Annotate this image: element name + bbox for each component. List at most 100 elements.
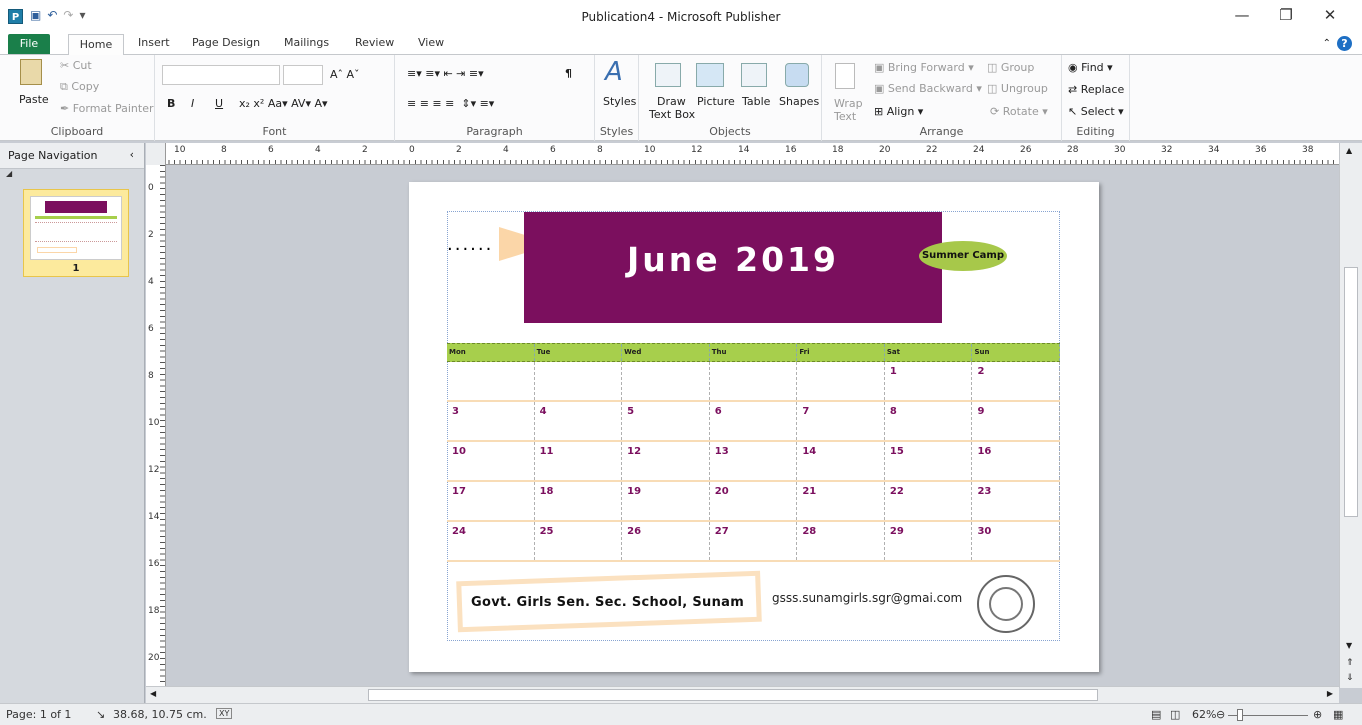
subscript-icon[interactable]: x₂ x² Aa▾ AV▾ A▾ (239, 97, 328, 110)
two-page-view-icon[interactable]: ◫ (1170, 708, 1180, 721)
summer-camp-badge[interactable]: Summer Camp (919, 241, 1007, 271)
find-button[interactable]: ◉ Find ▾ (1068, 61, 1113, 74)
school-email[interactable]: gsss.sunamgirls.sgr@gmai.com (772, 591, 962, 605)
minimize-button[interactable]: — (1220, 6, 1264, 24)
calendar-table[interactable]: Mon Tue Wed Thu Fri Sat Sun 1 2 3 4 5 6 … (447, 343, 1061, 562)
next-page-icon[interactable]: ⇓ (1346, 673, 1354, 683)
calendar-cell[interactable]: 2 (972, 362, 1061, 400)
calendar-cell[interactable] (535, 362, 623, 400)
zoom-level[interactable]: 62% (1192, 708, 1216, 721)
wrap-text-button[interactable]: Wrap Text (834, 97, 863, 123)
calendar-cell[interactable]: 11 (535, 442, 623, 480)
collapse-pane-icon[interactable]: ‹ (130, 148, 134, 161)
picture-button[interactable]: Picture (697, 95, 735, 108)
calendar-cell[interactable]: 19 (622, 482, 710, 520)
calendar-cell[interactable] (622, 362, 710, 400)
tab-home[interactable]: Home (68, 34, 124, 56)
minimize-ribbon-icon[interactable]: ⌃ (1323, 38, 1331, 49)
section-toggle-icon[interactable]: ◢ (0, 169, 144, 183)
scroll-right-icon[interactable]: ▶ (1327, 689, 1333, 698)
styles-button[interactable]: Styles (603, 95, 636, 108)
calendar-cell[interactable] (710, 362, 798, 400)
calendar-cell[interactable]: 18 (535, 482, 623, 520)
restore-button[interactable]: ❐ (1264, 6, 1308, 24)
shapes-icon[interactable] (785, 63, 809, 87)
calendar-cell[interactable]: 22 (885, 482, 973, 520)
tab-view[interactable]: View (418, 36, 444, 49)
calendar-cell[interactable]: 15 (885, 442, 973, 480)
font-name-dropdown[interactable] (162, 65, 280, 85)
calendar-cell[interactable]: 28 (797, 522, 885, 560)
page-count[interactable]: Page: 1 of 1 (6, 708, 71, 721)
calendar-cell[interactable]: 21 (797, 482, 885, 520)
paragraph-mark-button[interactable]: ¶ (565, 67, 572, 80)
vertical-scrollbar[interactable]: ▲ ▼ ⇑ ⇓ (1339, 143, 1362, 688)
help-icon[interactable]: ? (1337, 36, 1352, 51)
calendar-cell[interactable]: 8 (885, 402, 973, 440)
bring-forward-button[interactable]: ▣ Bring Forward ▾ (874, 61, 974, 74)
calendar-cell[interactable]: 7 (797, 402, 885, 440)
wrap-text-icon[interactable] (835, 63, 855, 89)
calendar-cell[interactable]: 23 (972, 482, 1061, 520)
calendar-cell[interactable]: 27 (710, 522, 798, 560)
vertical-scroll-thumb[interactable] (1344, 267, 1358, 517)
page-thumbnail[interactable]: 1 (23, 189, 129, 277)
tab-page-design[interactable]: Page Design (192, 36, 260, 49)
calendar-cell[interactable]: 20 (710, 482, 798, 520)
cursor-position[interactable]: 38.68, 10.75 cm. (113, 708, 207, 721)
calendar-cell[interactable]: 25 (535, 522, 623, 560)
vertical-ruler[interactable]: 0 2 4 6 8 10 12 14 16 18 20 (146, 165, 166, 688)
italic-button[interactable]: I (191, 97, 194, 110)
rotate-button[interactable]: ⟳ Rotate ▾ (990, 105, 1048, 118)
tab-mailings[interactable]: Mailings (284, 36, 329, 49)
grow-font-icon[interactable]: Aˆ Aˇ (330, 68, 360, 81)
calendar-cell[interactable] (797, 362, 885, 400)
calendar-cell[interactable] (447, 362, 535, 400)
replace-button[interactable]: ⇄ Replace (1068, 83, 1124, 96)
table-icon[interactable] (741, 63, 767, 87)
calendar-cell[interactable]: 3 (447, 402, 535, 440)
calendar-cell[interactable]: 17 (447, 482, 535, 520)
paste-button[interactable]: Paste (19, 93, 49, 106)
horizontal-ruler[interactable]: 10 8 6 4 2 0 2 4 6 8 10 12 14 16 18 20 22 24 26 28 30 32 34 36 3… (146, 143, 1340, 165)
calendar-cell[interactable]: 29 (885, 522, 973, 560)
underline-button[interactable]: U (215, 97, 223, 110)
format-painter-button[interactable]: ✒ Format Painter (60, 102, 154, 115)
previous-page-icon[interactable]: ⇑ (1346, 658, 1354, 668)
table-button[interactable]: Table (742, 95, 770, 108)
draw-text-box-button[interactable]: Draw Text Box (649, 95, 695, 121)
align-icons[interactable]: ≡ ≡ ≡ ≡ ⇕▾ ≡▾ (407, 97, 494, 110)
zoom-slider-thumb[interactable] (1237, 709, 1243, 721)
calendar-cell[interactable]: 26 (622, 522, 710, 560)
bullets-icon[interactable]: ≡▾ ≡▾ ⇤ ⇥ ≡▾ (407, 67, 484, 80)
calendar-cell[interactable]: 5 (622, 402, 710, 440)
send-backward-button[interactable]: ▣ Send Backward ▾ (874, 82, 982, 95)
calendar-cell[interactable]: 13 (710, 442, 798, 480)
tab-file[interactable]: File (8, 34, 50, 54)
calendar-cell[interactable]: 24 (447, 522, 535, 560)
scroll-left-icon[interactable]: ◀ (150, 689, 156, 698)
calendar-cell[interactable]: 16 (972, 442, 1061, 480)
text-box-icon[interactable] (655, 63, 681, 87)
font-size-dropdown[interactable] (283, 65, 323, 85)
copy-button[interactable]: ⧉ Copy (60, 80, 99, 94)
picture-icon[interactable] (696, 63, 724, 87)
paste-icon[interactable] (20, 59, 42, 85)
calendar-cell[interactable]: 30 (972, 522, 1061, 560)
align-button[interactable]: ⊞ Align ▾ (874, 105, 923, 118)
tab-insert[interactable]: Insert (138, 36, 170, 49)
zoom-out-icon[interactable]: ⊖ (1216, 708, 1225, 721)
ungroup-button[interactable]: ◫ Ungroup (987, 82, 1048, 95)
shapes-button[interactable]: Shapes (779, 95, 819, 108)
scroll-down-icon[interactable]: ▼ (1346, 641, 1352, 650)
calendar-cell[interactable]: 4 (535, 402, 623, 440)
school-name[interactable]: Govt. Girls Sen. Sec. School, Sunam (471, 595, 744, 610)
group-button[interactable]: ◫ Group (987, 61, 1034, 74)
fit-page-icon[interactable]: ▦ (1333, 708, 1343, 721)
calendar-cell[interactable]: 12 (622, 442, 710, 480)
bold-button[interactable]: B (167, 97, 175, 110)
scroll-up-icon[interactable]: ▲ (1346, 146, 1352, 155)
zoom-in-icon[interactable]: ⊕ (1313, 708, 1322, 721)
close-button[interactable]: ✕ (1308, 6, 1352, 24)
object-size-icon[interactable]: XY (216, 708, 233, 719)
